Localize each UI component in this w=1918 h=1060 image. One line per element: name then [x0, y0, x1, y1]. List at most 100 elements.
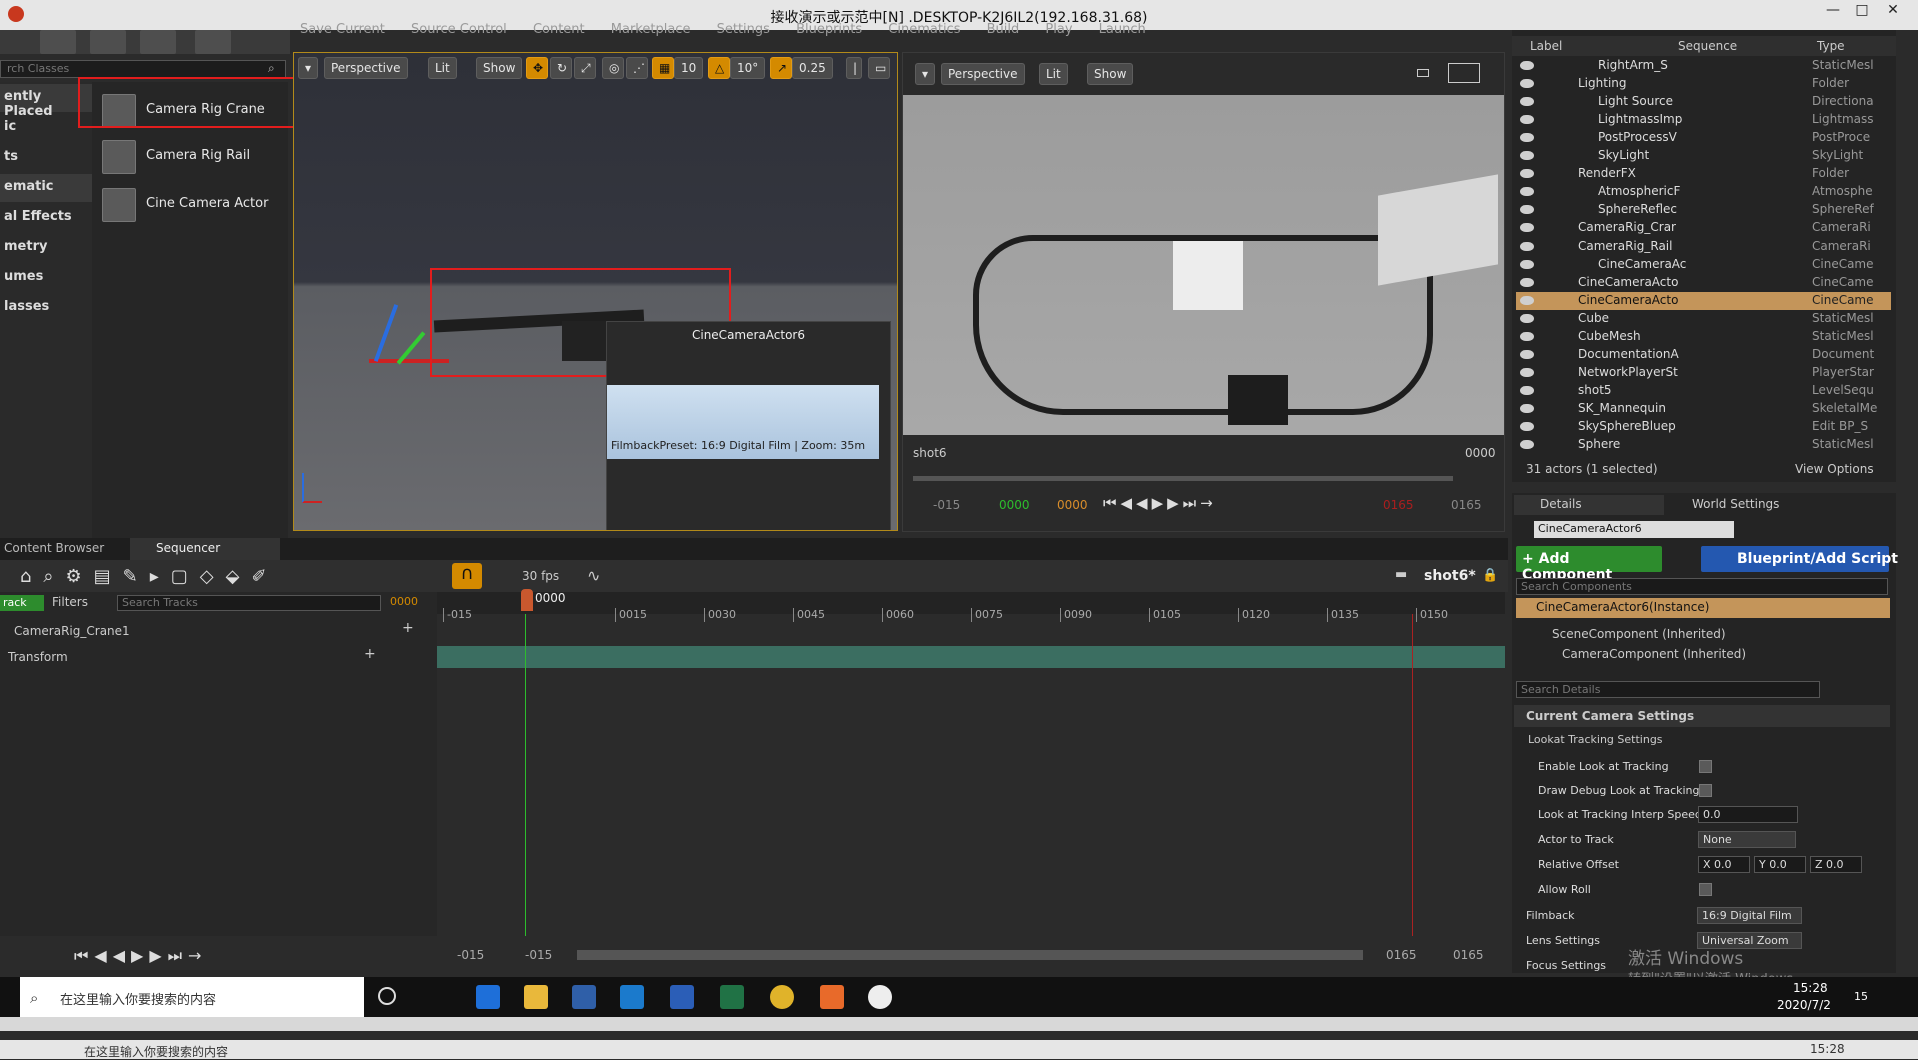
mode-paint-icon[interactable] — [90, 30, 126, 54]
visibility-eye-icon[interactable] — [1520, 223, 1534, 233]
filmback-dropdown[interactable]: 16:9 Digital Film — [1697, 907, 1802, 924]
grid-snap-value[interactable]: 10 — [674, 57, 704, 79]
maximize-viewport-icon[interactable]: ▭ — [868, 57, 890, 79]
viewport-left[interactable]: ▾ Perspective Lit Show ✥ ↻ ⤢ ◎ ⋰ ▦ 10 △ … — [293, 52, 898, 531]
visibility-eye-icon[interactable] — [1520, 349, 1534, 359]
outliner-row[interactable]: SkyLight SkyLight — [1516, 147, 1891, 165]
visibility-eye-icon[interactable] — [1520, 385, 1534, 395]
tab-details[interactable]: Details — [1514, 495, 1664, 515]
section-current-camera[interactable]: Current Camera Settings — [1514, 705, 1890, 727]
outliner-row[interactable]: DocumentationA Document — [1516, 346, 1891, 364]
grid-snap-icon[interactable]: ▦ — [652, 57, 674, 79]
minimize-button[interactable]: — — [1820, 2, 1846, 24]
restore-viewport-icon[interactable] — [1417, 69, 1429, 77]
perspective-button[interactable]: Perspective — [324, 57, 408, 79]
place-item-camera-rig-rail[interactable]: Camera Rig Rail — [98, 134, 284, 178]
outliner-row[interactable]: CineCameraActo CineCame — [1516, 274, 1891, 292]
outliner-row[interactable]: CameraRig_Rail CameraRi — [1516, 238, 1891, 256]
visibility-eye-icon[interactable] — [1520, 61, 1534, 70]
toolbar-cinematics[interactable]: Cinematics — [888, 22, 960, 37]
visibility-eye-icon[interactable] — [1520, 295, 1534, 305]
toolbar-launch[interactable]: Launch — [1099, 22, 1146, 37]
outliner-row[interactable]: Lighting Folder — [1516, 75, 1891, 93]
visibility-eye-icon[interactable] — [1520, 313, 1534, 323]
explorer-icon[interactable] — [524, 985, 548, 1009]
visibility-eye-icon[interactable] — [1520, 440, 1534, 450]
rotate-icon[interactable]: ↻ — [550, 57, 572, 79]
range-bar[interactable]: -015 -015 0165 0165 — [437, 936, 1505, 974]
show-button[interactable]: Show — [476, 57, 523, 79]
place-item-cine-camera-actor[interactable]: Cine Camera Actor — [98, 182, 284, 226]
outer-search[interactable]: 在这里输入你要搜索的内容 — [84, 1043, 228, 1060]
category-volumes[interactable]: umes — [0, 264, 92, 292]
cortana-icon[interactable] — [378, 987, 396, 1005]
unreal-icon[interactable] — [868, 985, 892, 1009]
toolbar-save[interactable]: Save Current — [300, 22, 385, 37]
sequencer-transport[interactable]: ⏮◀◀▶▶⏭→ — [0, 936, 437, 974]
outliner-row[interactable]: LightmassImp Lightmass — [1516, 111, 1891, 129]
sequencer-tool-icons[interactable]: ⌂⌕⚙▤✎▸▢◇⬙✐ — [20, 566, 279, 587]
add-component-button[interactable]: + Add Component — [1516, 546, 1662, 583]
toolbar-content[interactable]: Content — [533, 22, 585, 37]
lit-button[interactable]: Lit — [428, 57, 457, 79]
category-lights[interactable]: ts — [0, 144, 92, 172]
visibility-eye-icon[interactable] — [1520, 97, 1534, 107]
playhead-handle[interactable] — [521, 589, 533, 611]
surface-snap-icon[interactable]: ⋰ — [626, 57, 648, 79]
outliner-row[interactable]: Sphere StaticMesl — [1516, 436, 1891, 454]
fps-dropdown[interactable]: 30 fps — [522, 569, 559, 583]
add-track-button[interactable]: rack — [0, 595, 44, 611]
transform-section[interactable] — [437, 646, 1505, 668]
category-geometry[interactable]: metry — [0, 234, 92, 262]
visibility-eye-icon[interactable] — [1520, 422, 1534, 431]
translate-icon[interactable]: ✥ — [526, 57, 548, 79]
search-details-input[interactable]: Search Details — [1516, 681, 1820, 698]
outliner-row[interactable]: CubeMesh StaticMesl — [1516, 328, 1891, 346]
gizmo-z-axis[interactable] — [373, 304, 399, 362]
filters-button[interactable]: Filters — [52, 595, 88, 609]
word-icon[interactable] — [670, 985, 694, 1009]
mail-icon[interactable] — [620, 985, 644, 1009]
visibility-eye-icon[interactable] — [1520, 187, 1534, 197]
search-components-input[interactable]: Search Components — [1516, 578, 1888, 595]
layout-icon[interactable] — [1448, 63, 1480, 83]
category-cinematic[interactable]: ematic — [0, 174, 92, 202]
visibility-eye-icon[interactable] — [1520, 169, 1534, 179]
world-icon[interactable]: ◎ — [602, 57, 624, 79]
toolbar-settings[interactable]: Settings — [717, 22, 770, 37]
toolbar-play[interactable]: Play — [1045, 22, 1072, 37]
scale-snap-icon[interactable]: ↗ — [770, 57, 792, 79]
folder-icon[interactable]: ▬ — [1395, 567, 1407, 582]
outliner-row[interactable]: Light Source Directiona — [1516, 93, 1891, 111]
visibility-eye-icon[interactable] — [1520, 151, 1534, 161]
property-value-field[interactable]: 0.0 — [1698, 806, 1798, 823]
tab-content-browser[interactable]: Content Browser — [4, 541, 104, 555]
snap-magnet-icon[interactable]: ∩ — [452, 563, 482, 589]
subsection-lookat[interactable]: Lookat Tracking Settings — [1518, 733, 1663, 746]
viewport-transport-controls[interactable]: ⏮◀◀▶▶⏭→ — [1103, 494, 1217, 512]
visibility-eye-icon[interactable] — [1520, 331, 1534, 341]
outliner-row[interactable]: shot5 LevelSequ — [1516, 382, 1891, 400]
header-sequence[interactable]: Sequence — [1678, 39, 1737, 53]
property-checkbox[interactable] — [1699, 784, 1712, 797]
toolbar-marketplace[interactable]: Marketplace — [611, 22, 691, 37]
scale-snap-value[interactable]: 0.25 — [792, 57, 833, 79]
tab-sequencer[interactable]: Sequencer — [130, 538, 280, 560]
store-icon[interactable] — [572, 985, 596, 1009]
range-scrollbar[interactable] — [577, 950, 1363, 960]
offset-x-field[interactable]: X 0.0 — [1698, 856, 1750, 873]
toolbar-build[interactable]: Build — [987, 22, 1020, 37]
mode-foliage-icon[interactable] — [195, 30, 231, 54]
component-camera[interactable]: CameraComponent (Inherited) — [1562, 647, 1746, 661]
scale-icon[interactable]: ⤢ — [574, 57, 596, 79]
toolbar-blueprints[interactable]: Blueprints — [796, 22, 862, 37]
excel-icon[interactable] — [720, 985, 744, 1009]
lock-icon[interactable]: 🔒 — [1482, 568, 1498, 583]
add-transform-icon[interactable]: + — [364, 646, 376, 662]
component-scene[interactable]: SceneComponent (Inherited) — [1552, 627, 1726, 641]
add-key-icon[interactable]: + — [402, 620, 414, 636]
actor-name-field[interactable]: CineCameraActor6 — [1534, 521, 1734, 538]
timeline-area[interactable] — [437, 592, 1505, 936]
header-label[interactable]: Label — [1530, 39, 1562, 53]
curve-editor-icon[interactable]: ∿ — [587, 566, 600, 585]
